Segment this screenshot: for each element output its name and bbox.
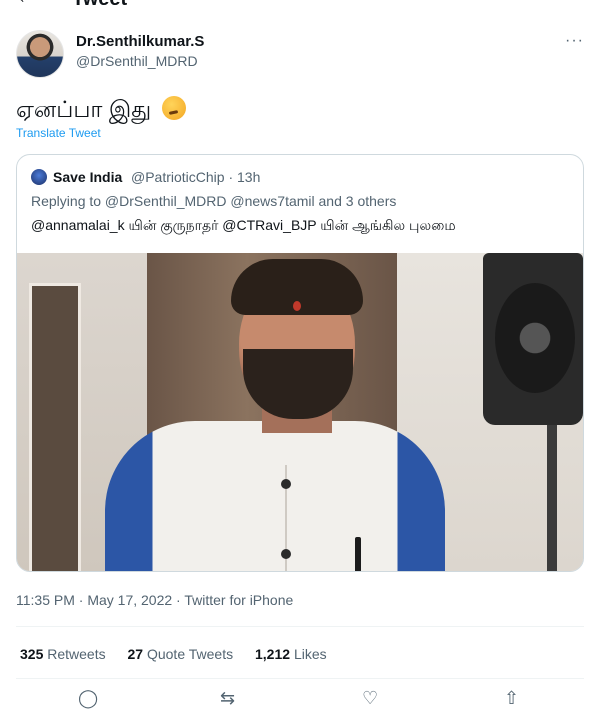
likes-label: Likes — [293, 646, 327, 662]
divider — [16, 678, 584, 679]
page-title: Tweet — [72, 0, 127, 11]
arrow-left-icon[interactable]: ← — [16, 0, 36, 9]
author-name[interactable]: Dr.Senthilkumar.S — [76, 33, 204, 50]
tweet-text-content: ஏனப்பா இது — [16, 96, 152, 122]
tweet-actions-bar: ◯ ⇆ ♡ ⇧ — [0, 688, 600, 708]
pen — [355, 537, 361, 571]
speaker — [483, 253, 583, 425]
retweets-label: Retweets — [47, 646, 106, 662]
divider — [16, 626, 584, 627]
likes-count: 1,212 — [255, 646, 291, 662]
top-bar: ← Tweet — [0, 0, 600, 12]
quoted-author-handle: @PatrioticChip · 13h — [131, 169, 261, 185]
quoted-reply-line: Replying to @DrSenthil_MDRD @news7tamil … — [31, 193, 397, 209]
avatar[interactable] — [16, 30, 64, 78]
more-options-icon[interactable]: ··· — [565, 32, 584, 50]
author-handle[interactable]: @DrSenthil_MDRD — [76, 53, 198, 69]
thinking-face-icon — [161, 96, 186, 120]
quoted-author-name[interactable]: Save India — [53, 169, 122, 185]
quotes-count: 27 — [127, 646, 144, 662]
quoted-video-thumbnail[interactable] — [17, 253, 583, 571]
quoted-avatar[interactable] — [31, 169, 47, 185]
reply-icon[interactable]: ◯ — [78, 688, 98, 709]
translate-tweet-link[interactable]: Translate Tweet — [16, 126, 101, 140]
quote-tweets-stat[interactable]: 27 Quote Tweets — [128, 646, 234, 662]
like-icon[interactable]: ♡ — [362, 688, 378, 709]
person-body — [105, 421, 445, 571]
retweets-stat[interactable]: 325 Retweets — [20, 646, 106, 662]
speaker-stand — [547, 425, 557, 571]
tilak-mark — [293, 301, 301, 311]
vest-button — [281, 479, 291, 489]
quotes-label: Quote Tweets — [146, 646, 234, 662]
tweet-timestamp[interactable]: 11:35 PM · May 17, 2022 · Twitter for iP… — [16, 592, 293, 608]
retweets-count: 325 — [20, 646, 44, 662]
tweet-stats: 325 Retweets 27 Quote Tweets 1,212 Likes — [20, 646, 345, 662]
door-frame — [29, 283, 81, 571]
retweet-icon[interactable]: ⇆ — [220, 688, 235, 709]
quoted-tweet-card[interactable]: Save India @PatrioticChip · 13h Replying… — [16, 154, 584, 572]
tweet-text: ஏனப்பா இது — [16, 94, 186, 124]
quoted-tweet-text: @annamalai_k யின் குருநாதர் @CTRavi_BJP … — [31, 217, 456, 233]
share-icon[interactable]: ⇧ — [504, 688, 519, 709]
likes-stat[interactable]: 1,212 Likes — [255, 646, 327, 662]
vest-button — [281, 549, 291, 559]
